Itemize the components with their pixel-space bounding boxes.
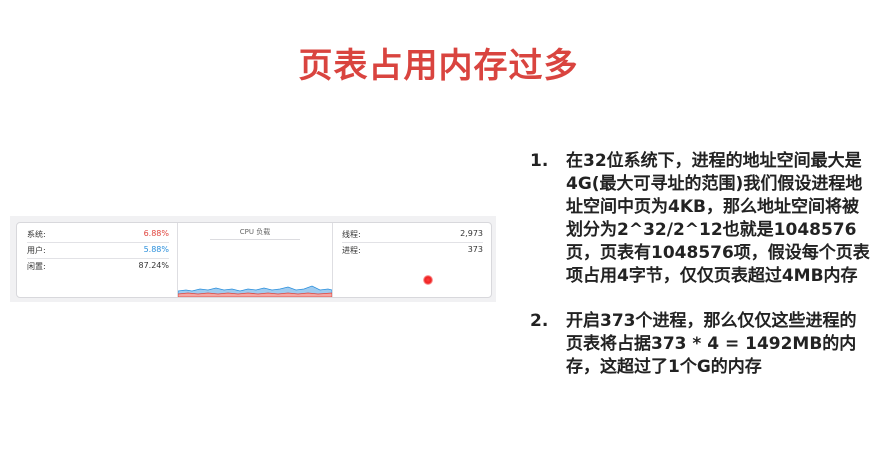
cpu-load-panel: CPU 负载 xyxy=(177,223,333,297)
cpu-load-divider xyxy=(210,239,300,240)
stat-row-processes: 进程: 373 xyxy=(342,243,483,258)
list-item-text: 开启373个进程，那么仅仅这些进程的页表将占据373 * 4 = 1492MB的… xyxy=(566,311,857,377)
cpu-load-graph xyxy=(178,285,332,297)
stat-row-threads: 线程: 2,973 xyxy=(342,227,483,243)
stat-row-user: 用户: 5.88% xyxy=(27,243,169,259)
stat-label-threads: 线程: xyxy=(342,230,361,239)
stat-value-system: 6.88% xyxy=(143,229,169,238)
list-item-text: 在32位系统下，进程的地址空间最大是4G(最大可寻址的范围)我们假设进程地址空间… xyxy=(566,151,870,286)
stat-label-processes: 进程: xyxy=(342,246,361,255)
stat-value-user: 5.88% xyxy=(143,245,169,254)
cpu-stats-panel: 系统: 6.88% 用户: 5.88% 闲置: 87.24% CPU 负载 线程… xyxy=(16,222,492,298)
cpu-usage-breakdown: 系统: 6.88% 用户: 5.88% 闲置: 87.24% xyxy=(17,223,177,297)
list-item-number: 1. xyxy=(530,151,549,171)
activity-monitor-screenshot: 系统: 6.88% 用户: 5.88% 闲置: 87.24% CPU 负载 线程… xyxy=(10,216,496,302)
stat-label-system: 系统: xyxy=(27,230,46,239)
stat-value-processes: 373 xyxy=(467,245,483,254)
list-item: 2. 开启373个进程，那么仅仅这些进程的页表将占据373 * 4 = 1492… xyxy=(530,310,870,379)
list-item-number: 2. xyxy=(530,311,549,331)
stat-value-idle: 87.24% xyxy=(138,261,169,270)
stat-row-idle: 闲置: 87.24% xyxy=(27,259,169,274)
stat-label-idle: 闲置: xyxy=(27,262,46,271)
stat-row-system: 系统: 6.88% xyxy=(27,227,169,243)
stat-label-user: 用户: xyxy=(27,246,46,255)
cpu-load-title: CPU 负载 xyxy=(239,228,271,236)
slide-title: 页表占用内存过多 xyxy=(298,46,579,86)
list-item: 1. 在32位系统下，进程的地址空间最大是4G(最大可寻址的范围)我们假设进程地… xyxy=(530,150,870,288)
stat-value-threads: 2,973 xyxy=(460,229,483,238)
explanation-list: 1. 在32位系统下，进程的地址空间最大是4G(最大可寻址的范围)我们假设进程地… xyxy=(530,150,870,379)
thread-process-panel: 线程: 2,973 进程: 373 xyxy=(332,223,491,297)
pointer-dot-icon xyxy=(423,275,433,285)
